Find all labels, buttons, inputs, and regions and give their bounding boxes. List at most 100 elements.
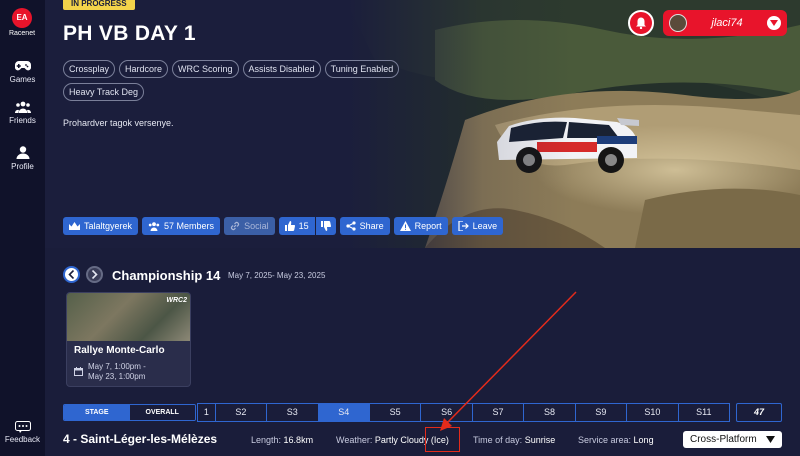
ea-badge: EA: [12, 8, 32, 28]
wrc-badge-button[interactable]: 47: [736, 403, 782, 422]
event-image: WRC2: [67, 293, 190, 341]
stage-time: Time of day: Sunrise: [473, 435, 555, 445]
tab-stage[interactable]: STAGE: [64, 405, 130, 420]
sidebar-item-label: Profile: [11, 162, 34, 171]
thumbs-down-icon: [320, 221, 331, 231]
sidebar-item-label: Friends: [9, 116, 36, 125]
notifications-button[interactable]: [628, 10, 654, 36]
event-end: May 23, 1:00pm: [88, 372, 146, 381]
chevron-left-icon: [68, 270, 75, 279]
time-label: Time of day:: [473, 435, 523, 445]
tag-tuning-enabled: Tuning Enabled: [324, 60, 400, 78]
tab-stage-s3[interactable]: S3: [267, 404, 319, 421]
length-label: Length:: [251, 435, 282, 445]
tab-stage-s7[interactable]: S7: [473, 404, 525, 421]
stage-name: 4 - Saint-Léger-les-Mélèzes: [63, 432, 218, 446]
avatar: [669, 14, 687, 32]
event-start: May 7, 1:00pm -: [88, 362, 146, 371]
user-menu[interactable]: jlaci74: [663, 10, 787, 36]
wrc2-logo: WRC2: [166, 297, 187, 304]
tab-stage-s10[interactable]: S10: [627, 404, 679, 421]
share-label: Share: [359, 221, 384, 231]
event-name: Rallye Monte-Carlo: [74, 345, 165, 356]
tab-stage-s2[interactable]: S2: [216, 404, 268, 421]
tab-stage-s9[interactable]: S9: [576, 404, 628, 421]
crown-icon: [69, 221, 80, 230]
tag-assists-disabled: Assists Disabled: [242, 60, 321, 78]
members-label: 57 Members: [164, 221, 215, 231]
feedback-label: Feedback: [4, 435, 41, 444]
report-button[interactable]: Report: [393, 217, 448, 235]
stage-tabs: 1 S2 S3 S4 S5 S6 S7 S8 S9 S10 S11: [197, 403, 730, 422]
tab-stage-1[interactable]: 1: [198, 404, 216, 421]
event-card[interactable]: WRC2 Rallye Monte-Carlo May 7, 1:00pm - …: [66, 292, 191, 387]
share-button[interactable]: Share: [339, 217, 390, 235]
thumbs-up-icon: [284, 221, 295, 231]
tag-crossplay: Crossplay: [63, 60, 116, 78]
dislike-button[interactable]: [315, 217, 336, 235]
racenet-logo[interactable]: EA Racenet: [7, 8, 37, 44]
sidebar-item-label: Games: [9, 75, 36, 84]
club-description: Prohardver tagok versenye.: [63, 118, 174, 128]
sidebar-item-games[interactable]: Games: [0, 60, 45, 84]
username: jlaci74: [711, 17, 743, 29]
tag-wrc-scoring: WRC Scoring: [172, 60, 239, 78]
status-badge: IN PROGRESS: [63, 0, 135, 10]
platform-value: Cross-Platform: [690, 434, 757, 445]
next-championship-button[interactable]: [86, 266, 103, 283]
tag-hardcore: Hardcore: [119, 60, 169, 78]
owner-button[interactable]: Talaltgyerek: [63, 217, 139, 235]
feedback-icon: [14, 421, 31, 433]
leave-label: Leave: [472, 221, 498, 231]
stage-service: Service area: Long: [578, 435, 654, 445]
share-icon: [345, 221, 356, 231]
tag-list: Crossplay Hardcore WRC Scoring Assists D…: [63, 60, 423, 101]
stage-length: Length: 16.8km: [251, 435, 313, 445]
tab-stage-s11[interactable]: S11: [679, 404, 729, 421]
tab-stage-s4[interactable]: S4: [318, 404, 370, 421]
warning-icon: [399, 221, 411, 231]
tab-stage-s6[interactable]: S6: [421, 404, 473, 421]
club-actions: Talaltgyerek 57 Members Social 15 Share …: [63, 217, 504, 235]
leave-button[interactable]: Leave: [451, 217, 504, 235]
tab-stage-s5[interactable]: S5: [370, 404, 422, 421]
feedback-button[interactable]: Feedback: [0, 421, 45, 444]
page-title: PH VB DAY 1: [63, 22, 196, 45]
friends-icon: [14, 101, 31, 113]
like-count: 15: [298, 221, 309, 231]
link-icon: [230, 221, 240, 231]
sidebar-item-friends[interactable]: Friends: [0, 101, 45, 125]
event-dates: May 7, 1:00pm - May 23, 1:00pm: [88, 362, 146, 382]
members-icon: [148, 221, 160, 231]
owner-label: Talaltgyerek: [84, 221, 133, 231]
bell-icon: [636, 17, 646, 29]
mode-toggle: STAGE OVERALL: [63, 404, 196, 421]
prev-championship-button[interactable]: [63, 266, 80, 283]
exit-icon: [458, 221, 469, 231]
gamepad-icon: [14, 61, 31, 71]
weather-label: Weather:: [336, 435, 373, 445]
platform-select[interactable]: Cross-Platform: [683, 431, 782, 448]
sidebar-item-profile[interactable]: Profile: [0, 146, 45, 171]
length-value: 16.8km: [283, 435, 314, 445]
social-label: Social: [244, 221, 269, 231]
logo-label: Racenet: [8, 30, 36, 37]
profile-icon: [16, 146, 29, 159]
time-value: Sunrise: [524, 435, 556, 445]
championship-dates: May 7, 2025- May 23, 2025: [228, 271, 326, 280]
like-group: 15: [278, 217, 336, 235]
tag-heavy-track-deg: Heavy Track Deg: [63, 83, 145, 101]
tab-stage-s8[interactable]: S8: [524, 404, 576, 421]
service-value: Long: [633, 435, 654, 445]
like-button[interactable]: 15: [278, 217, 315, 235]
caret-down-icon: [766, 436, 775, 443]
report-label: Report: [414, 221, 442, 231]
chevron-down-icon: [767, 16, 781, 30]
social-button[interactable]: Social: [224, 217, 275, 235]
service-label: Service area:: [578, 435, 632, 445]
members-button[interactable]: 57 Members: [142, 217, 221, 235]
annotation-highlight-box: [425, 427, 460, 452]
sidebar: EA Racenet Games Friends Profile: [0, 0, 45, 456]
calendar-icon: [74, 367, 83, 376]
tab-overall[interactable]: OVERALL: [129, 405, 195, 420]
